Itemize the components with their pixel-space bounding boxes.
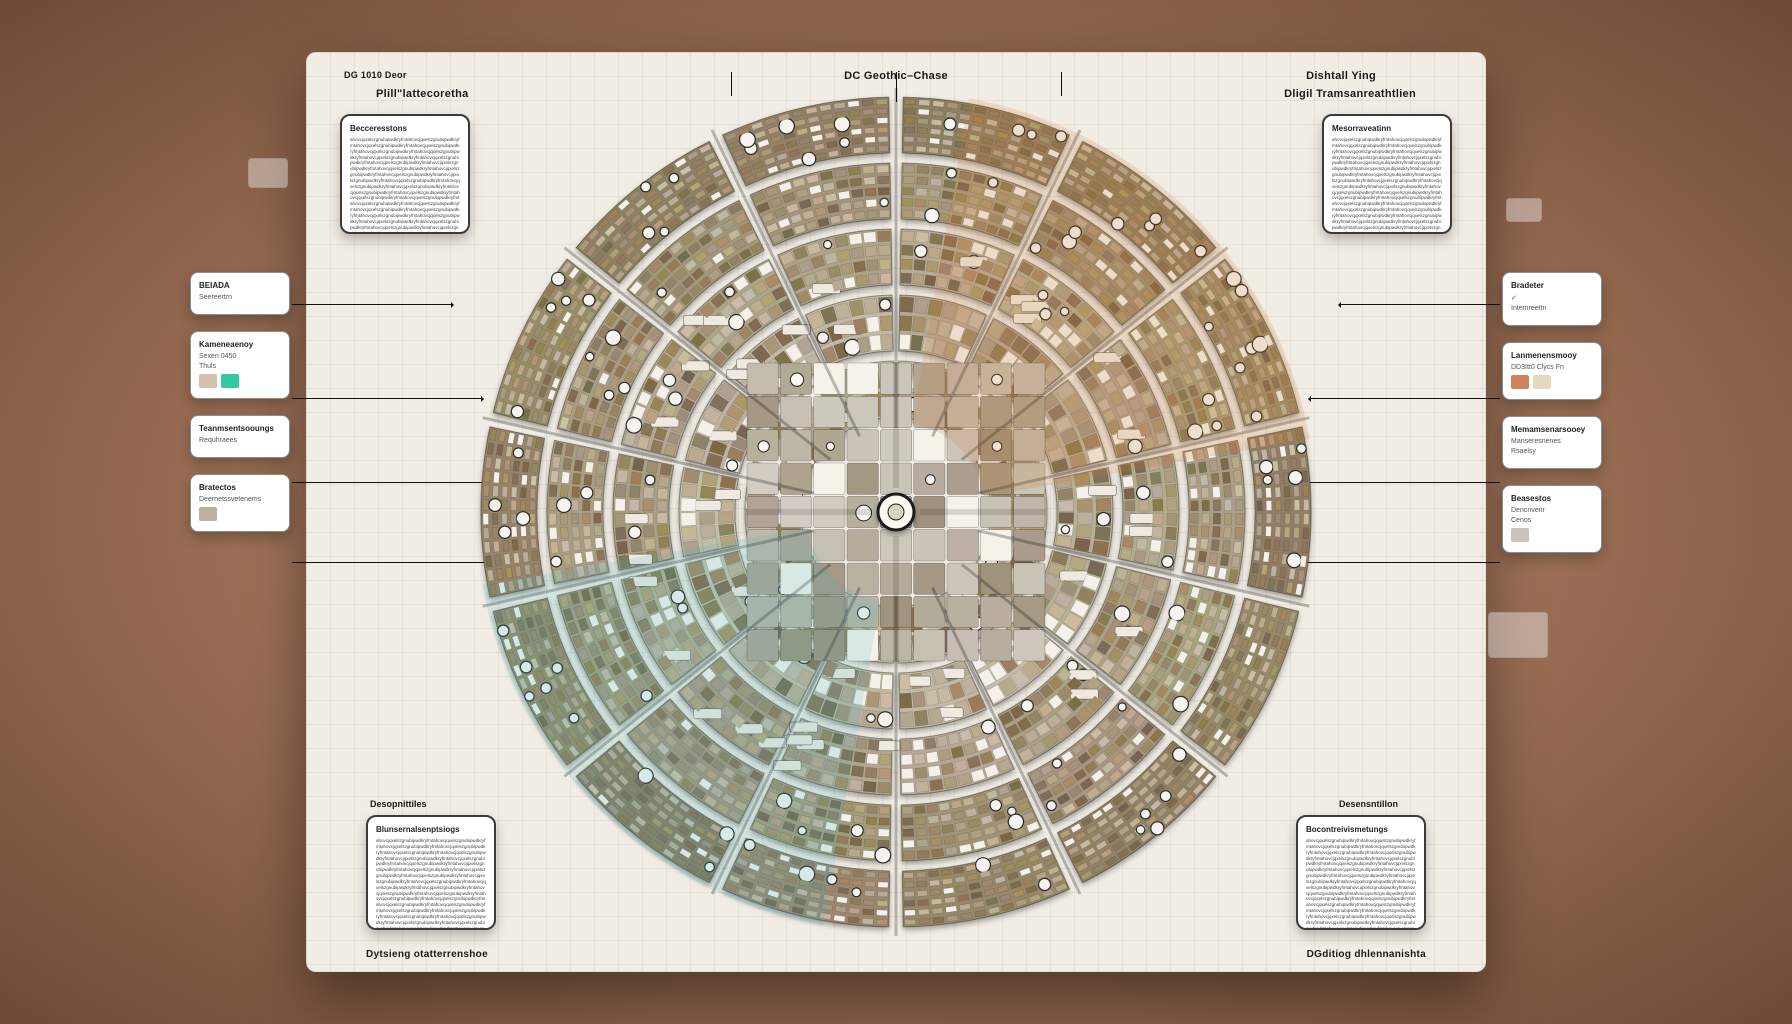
side-card: Lanmenensmooy DD3Itt0 Clycs Fn bbox=[1502, 342, 1602, 400]
card-check: ✓ bbox=[1511, 294, 1593, 302]
card-sub: Seereertrn bbox=[199, 294, 281, 301]
title-top-left-small: DG 1010 Deor bbox=[344, 70, 407, 80]
ghost-chip bbox=[1488, 612, 1548, 658]
panel-subtitle: Desensntillon bbox=[1339, 799, 1398, 809]
title-bottom-left: Dytsieng otatterrenshoe bbox=[366, 949, 488, 960]
card-title: Bratectos bbox=[199, 483, 281, 492]
card-sub: Intemreettn bbox=[1511, 305, 1593, 312]
card-swatches bbox=[199, 507, 281, 521]
side-card: Teanmsentsooungs Requhraees bbox=[190, 415, 290, 458]
card-title: Bradeter bbox=[1511, 281, 1593, 290]
side-column-left: BEIADA Seereertrn Kameneaenoy Sexen 0450 Thu… bbox=[190, 272, 290, 532]
card-title: Beasestos bbox=[1511, 494, 1593, 503]
card-swatches bbox=[1511, 528, 1593, 542]
side-card: Bradeter ✓ Intemreettn bbox=[1502, 272, 1602, 326]
title-top-left: Plill"lattecoretha bbox=[376, 88, 469, 100]
card-title: BEIADA bbox=[199, 281, 281, 290]
side-card: Bratectos Deernetssvetenems bbox=[190, 474, 290, 532]
ghost-chip bbox=[248, 158, 288, 188]
card-title: Lanmenensmooy bbox=[1511, 351, 1593, 360]
diagram-board: DC Geothic–Chase Plill"lattecoretha Dlig… bbox=[306, 52, 1486, 972]
card-title: Teanmsentsooungs bbox=[199, 424, 281, 433]
panel-body: ahovcjqxelszgnubipwdkryfmtahovcjqxelszgn… bbox=[350, 137, 460, 234]
card-sub: Sexen 0450 bbox=[199, 353, 281, 360]
panel-subtitle: Desopnittiles bbox=[370, 799, 427, 809]
card-sub: Deernetssvetenems bbox=[199, 496, 281, 503]
panel-title: Becceresstons bbox=[350, 124, 460, 133]
radial-city-diagram bbox=[466, 82, 1326, 942]
card-swatches bbox=[1511, 375, 1593, 389]
ghost-chip bbox=[1506, 198, 1542, 222]
panel-title: Mesorraveatinn bbox=[1332, 124, 1442, 133]
title-top-right-small: Dishtall Ying bbox=[1306, 70, 1376, 82]
side-card: BEIADA Seereertrn bbox=[190, 272, 290, 315]
card-sub: DD3Itt0 Clycs Fn bbox=[1511, 364, 1593, 371]
side-column-right: Bradeter ✓ Intemreettn Lanmenensmooy DD3Itt0… bbox=[1502, 272, 1602, 553]
side-card: Beasestos Dencrivenr Cenos bbox=[1502, 485, 1602, 553]
side-card: Memamsenarsooey Manseresnenes Rsaelsy bbox=[1502, 416, 1602, 469]
card-title: Memamsenarsooey bbox=[1511, 425, 1593, 434]
card-sub: Cenos bbox=[1511, 517, 1593, 524]
panel-top-right: Mesorraveatinn ahovcjqxelszgnubipwdkryfm… bbox=[1322, 114, 1452, 234]
card-sub: Thuls bbox=[199, 363, 281, 370]
title-bottom-right: DGditiog dhlennanishta bbox=[1307, 949, 1426, 960]
card-sub: Requhraees bbox=[199, 437, 281, 444]
panel-body: ahovcjqxelszgnubipwdkryfmtahovcjqxelszgn… bbox=[1332, 137, 1442, 234]
side-card: Kameneaenoy Sexen 0450 Thuls bbox=[190, 331, 290, 399]
card-sub: Manseresnenes bbox=[1511, 438, 1593, 445]
title-top-center: DC Geothic–Chase bbox=[844, 70, 948, 82]
card-sub: Dencrivenr bbox=[1511, 507, 1593, 514]
card-swatches bbox=[199, 374, 281, 388]
card-sub: Rsaelsy bbox=[1511, 448, 1593, 455]
card-title: Kameneaenoy bbox=[199, 340, 281, 349]
panel-top-left: Becceresstons ahovcjqxelszgnubipwdkryfmt… bbox=[340, 114, 470, 234]
